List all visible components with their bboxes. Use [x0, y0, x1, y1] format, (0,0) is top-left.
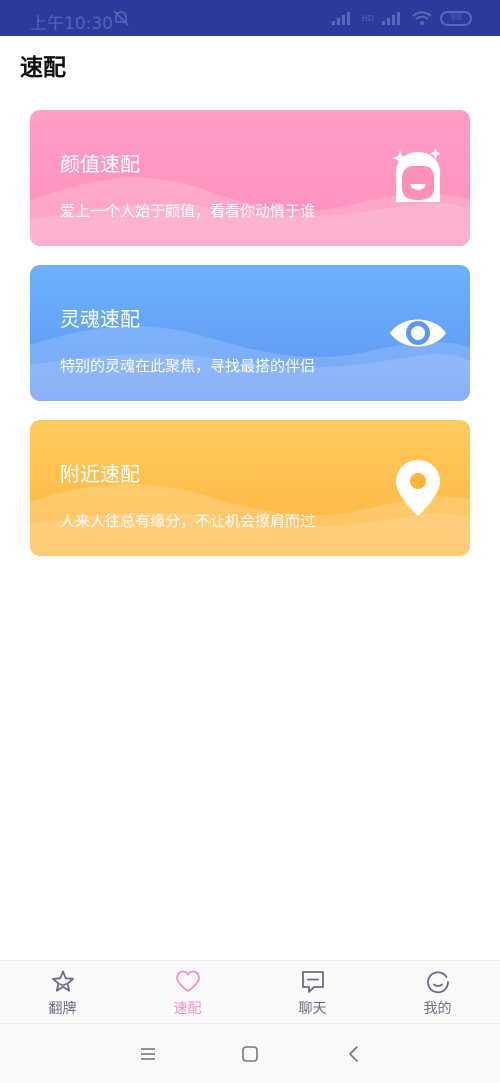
card-title: 附近速配	[60, 462, 140, 486]
system-nav-bar	[0, 1023, 500, 1083]
network-type-label: HD	[361, 13, 374, 23]
muted-bell-icon	[113, 10, 129, 26]
card-title: 灵魂速配	[60, 307, 140, 331]
tab-match[interactable]: 速配	[125, 961, 250, 1023]
eye-icon	[390, 319, 446, 347]
heart-icon	[175, 970, 200, 992]
card-subtitle: 特别的灵魂在此聚焦，寻找最搭的伴侣	[60, 357, 316, 375]
wifi-icon	[412, 11, 432, 25]
card-soul-match[interactable]: 灵魂速配 特别的灵魂在此聚焦，寻找最搭的伴侣	[30, 265, 470, 401]
chat-icon	[301, 971, 324, 993]
tab-chat[interactable]: 聊天	[250, 961, 375, 1023]
location-pin-icon	[396, 460, 440, 516]
tab-me[interactable]: 我的	[375, 961, 500, 1023]
status-bar: 上午10:30 HD 98	[0, 0, 500, 36]
page-title: 速配	[20, 55, 66, 81]
bottom-tab-bar: 翻牌 速配 聊天 我的	[0, 960, 500, 1023]
status-indicators: HD 98	[331, 10, 472, 26]
signal-2-icon	[382, 12, 400, 25]
card-title: 颜值速配	[60, 152, 140, 176]
card-subtitle: 爱上一个人始于颜值，看看你动情于谁	[60, 202, 316, 220]
tab-flip[interactable]: 翻牌	[0, 961, 125, 1023]
card-nearby-match[interactable]: 附近速配 人来人往总有缘分，不让机会擦肩而过	[30, 420, 470, 556]
smile-icon	[426, 971, 449, 994]
battery-indicator: 98	[440, 10, 472, 26]
signal-icon	[331, 12, 350, 25]
card-face-match[interactable]: 颜值速配 爱上一个人始于颜值，看看你动情于谁	[30, 110, 470, 246]
tab-label: 速配	[173, 1001, 202, 1017]
tab-label: 翻牌	[48, 1001, 77, 1017]
status-time: 上午10:30	[30, 14, 113, 34]
menu-icon[interactable]	[138, 1044, 158, 1064]
tab-label: 我的	[423, 1001, 452, 1017]
star-icon	[51, 970, 74, 992]
home-icon[interactable]	[240, 1044, 260, 1064]
card-subtitle: 人来人往总有缘分，不让机会擦肩而过	[60, 512, 316, 530]
girl-face-icon	[392, 148, 441, 202]
tab-label: 聊天	[298, 1001, 327, 1017]
back-icon[interactable]	[344, 1044, 364, 1064]
